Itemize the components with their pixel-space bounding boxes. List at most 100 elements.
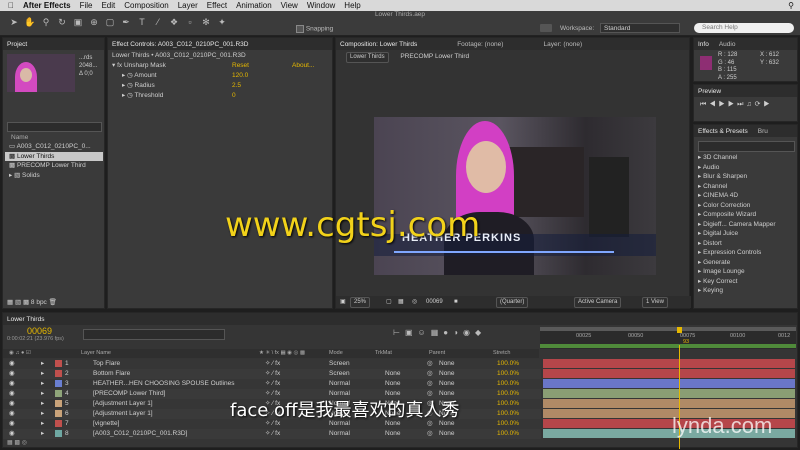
effects-category[interactable]: ▸ Color Correction (698, 201, 796, 211)
zoom-select[interactable]: 25% (350, 297, 371, 308)
menu-help[interactable]: Help (344, 1, 360, 10)
type-tool-icon[interactable]: T (136, 16, 148, 28)
project-item[interactable]: ▩ PRECOMP Lower Third (5, 161, 103, 171)
search-help-input[interactable]: Search Help (694, 23, 794, 33)
menu-edit[interactable]: Edit (101, 1, 115, 10)
magnify-icon[interactable]: ▣ (340, 296, 346, 308)
eraser-tool-icon[interactable]: ▫ (184, 16, 196, 28)
menu-composition[interactable]: Composition (124, 1, 168, 10)
layer-stretch[interactable]: 100.0% (497, 389, 519, 399)
subtab-lower-thirds[interactable]: Lower Thirds (346, 52, 389, 63)
layer-name[interactable]: Bottom Flare (93, 369, 130, 379)
stopwatch-icon[interactable]: ▸ ◷ (122, 72, 134, 79)
effect-row-unsharp[interactable]: ▾ fx Unsharp Mask Reset About... (112, 61, 327, 71)
layer-switches-icon[interactable]: ✧ ∕ fx (265, 359, 280, 369)
layer-visibility-icon[interactable]: ◉ (9, 429, 15, 439)
layer-switches-icon[interactable]: ✧ ∕ fx (265, 429, 280, 439)
ram-preview-icon[interactable]: ▶ (764, 101, 773, 108)
tab-effect-controls[interactable]: Effect Controls: A003_C012_0210PC_001.R3… (112, 41, 248, 48)
grid-icon[interactable]: ▦ (398, 296, 404, 308)
layer-parent[interactable]: None (439, 379, 455, 389)
param-value[interactable]: 120.0 (232, 71, 248, 81)
layer-label-color[interactable] (55, 370, 62, 377)
layer-name[interactable]: HEATHER...HEN CHOOSING SPOUSE Outlines (93, 379, 234, 389)
comp-viewer-frame[interactable]: HEATHER PERKINS (374, 117, 656, 275)
layer-stretch[interactable]: 100.0% (497, 379, 519, 389)
stopwatch-icon[interactable]: ▸ ◷ (122, 92, 134, 99)
layer-expand-icon[interactable]: ▸ (41, 429, 44, 439)
tab-brushes[interactable]: Bru (758, 128, 768, 135)
layer-stretch[interactable]: 100.0% (497, 369, 519, 379)
tab-footage[interactable]: Footage: (none) (457, 41, 503, 48)
menu-window[interactable]: Window (307, 1, 335, 10)
layer-parent[interactable]: None (439, 369, 455, 379)
fx-toggle-icon[interactable]: ▾ fx (112, 62, 124, 69)
parent-pickwhip-icon[interactable]: ◎ (427, 359, 433, 369)
layer-stretch[interactable]: 100.0% (497, 429, 519, 439)
header-layer-name[interactable]: Layer Name (81, 349, 111, 358)
last-frame-icon[interactable]: ⏭ (737, 101, 746, 108)
effects-category[interactable]: ▸ 3D Channel (698, 153, 796, 163)
timecode-display[interactable]: 00069 (426, 296, 443, 308)
snapping-checkbox[interactable] (296, 25, 304, 33)
menu-effect[interactable]: Effect (207, 1, 227, 10)
layer-visibility-icon[interactable]: ◉ (9, 369, 15, 379)
layer-duration-bar[interactable] (543, 379, 795, 388)
effects-category[interactable]: ▸ Digital Juice (698, 229, 796, 239)
zoom-tool-icon[interactable]: ⚲ (40, 16, 52, 28)
clone-tool-icon[interactable]: ❖ (168, 16, 180, 28)
tab-project[interactable]: Project (7, 41, 27, 48)
work-area-bar[interactable] (540, 344, 796, 348)
time-ruler[interactable]: 00025 00050 00075 00100 0012 93 (540, 327, 796, 349)
effects-category[interactable]: ▸ Image Lounge (698, 267, 796, 277)
comp-new-icon[interactable]: ▩ (23, 299, 29, 306)
effects-category[interactable]: ▸ Digieff... Camera Mapper (698, 220, 796, 230)
layer-expand-icon[interactable]: ▸ (41, 389, 44, 399)
tab-layer[interactable]: Layer: (none) (543, 41, 582, 48)
effects-category[interactable]: ▸ Distort (698, 239, 796, 249)
header-trkmat[interactable]: TrkMat (375, 349, 392, 358)
search-icon[interactable]: ⚲ (788, 1, 794, 10)
layer-visibility-icon[interactable]: ◉ (9, 379, 15, 389)
workspace-toggle-icon[interactable] (540, 24, 552, 32)
effects-category[interactable]: ▸ Audio (698, 163, 796, 173)
layer-name[interactable]: Top Flare (93, 359, 120, 369)
layer-label-color[interactable] (55, 410, 62, 417)
menu-layer[interactable]: Layer (178, 1, 198, 10)
effects-category[interactable]: ▸ Blur & Sharpen (698, 172, 796, 182)
bpc-label[interactable]: 8 bpc (31, 299, 47, 306)
header-mode[interactable]: Mode (329, 349, 343, 358)
layer-expand-icon[interactable]: ▸ (41, 419, 44, 429)
effect-reset-button[interactable]: Reset (232, 61, 249, 71)
toggle-switches-icon[interactable]: ▦ (7, 440, 13, 446)
graph-editor-icon[interactable]: ◑ (453, 328, 463, 337)
puppet-tool-icon[interactable]: ✦ (216, 16, 228, 28)
layer-trkmat[interactable]: None (385, 379, 401, 389)
quality-select[interactable]: (Quarter) (496, 297, 529, 308)
layer-row[interactable]: ◉ ▸ 3 HEATHER...HEN CHOOSING SPOUSE Outline… (3, 379, 541, 389)
toggle-transfer-icon[interactable]: ◎ (22, 440, 27, 446)
region-icon[interactable]: ▢ (386, 296, 392, 308)
layer-label-color[interactable] (55, 380, 62, 387)
effects-category[interactable]: ▸ Channel (698, 182, 796, 192)
layer-switches-icon[interactable]: ✧ ∕ fx (265, 369, 280, 379)
prev-frame-icon[interactable]: ◀ (709, 101, 718, 108)
param-radius[interactable]: ▸ ◷ Radius 2.5 (122, 81, 322, 91)
view-select[interactable]: 1 View (642, 297, 668, 308)
project-item[interactable]: ▸ ▧ Solids (5, 171, 103, 181)
timeline-timecode[interactable]: 00069 (27, 326, 52, 336)
layer-duration-bar[interactable] (543, 369, 795, 378)
layer-name[interactable]: [vignette] (93, 419, 119, 429)
menu-app[interactable]: After Effects (23, 1, 71, 10)
layer-label-color[interactable] (55, 430, 62, 437)
tab-preview[interactable]: Preview (698, 88, 721, 95)
header-parent[interactable]: Parent (429, 349, 445, 358)
comp-flowchart-icon[interactable]: ⊢ (393, 328, 405, 337)
layer-duration-bar[interactable] (543, 399, 795, 408)
layer-switches-icon[interactable]: ✧ ∕ fx (265, 379, 280, 389)
brush-tool-icon[interactable]: ⁄ (152, 16, 164, 28)
layer-visibility-icon[interactable]: ◉ (9, 399, 15, 409)
layer-name[interactable]: [Adjustment Layer 1] (93, 399, 153, 409)
layer-label-color[interactable] (55, 420, 62, 427)
layer-mode[interactable]: Normal (329, 429, 350, 439)
